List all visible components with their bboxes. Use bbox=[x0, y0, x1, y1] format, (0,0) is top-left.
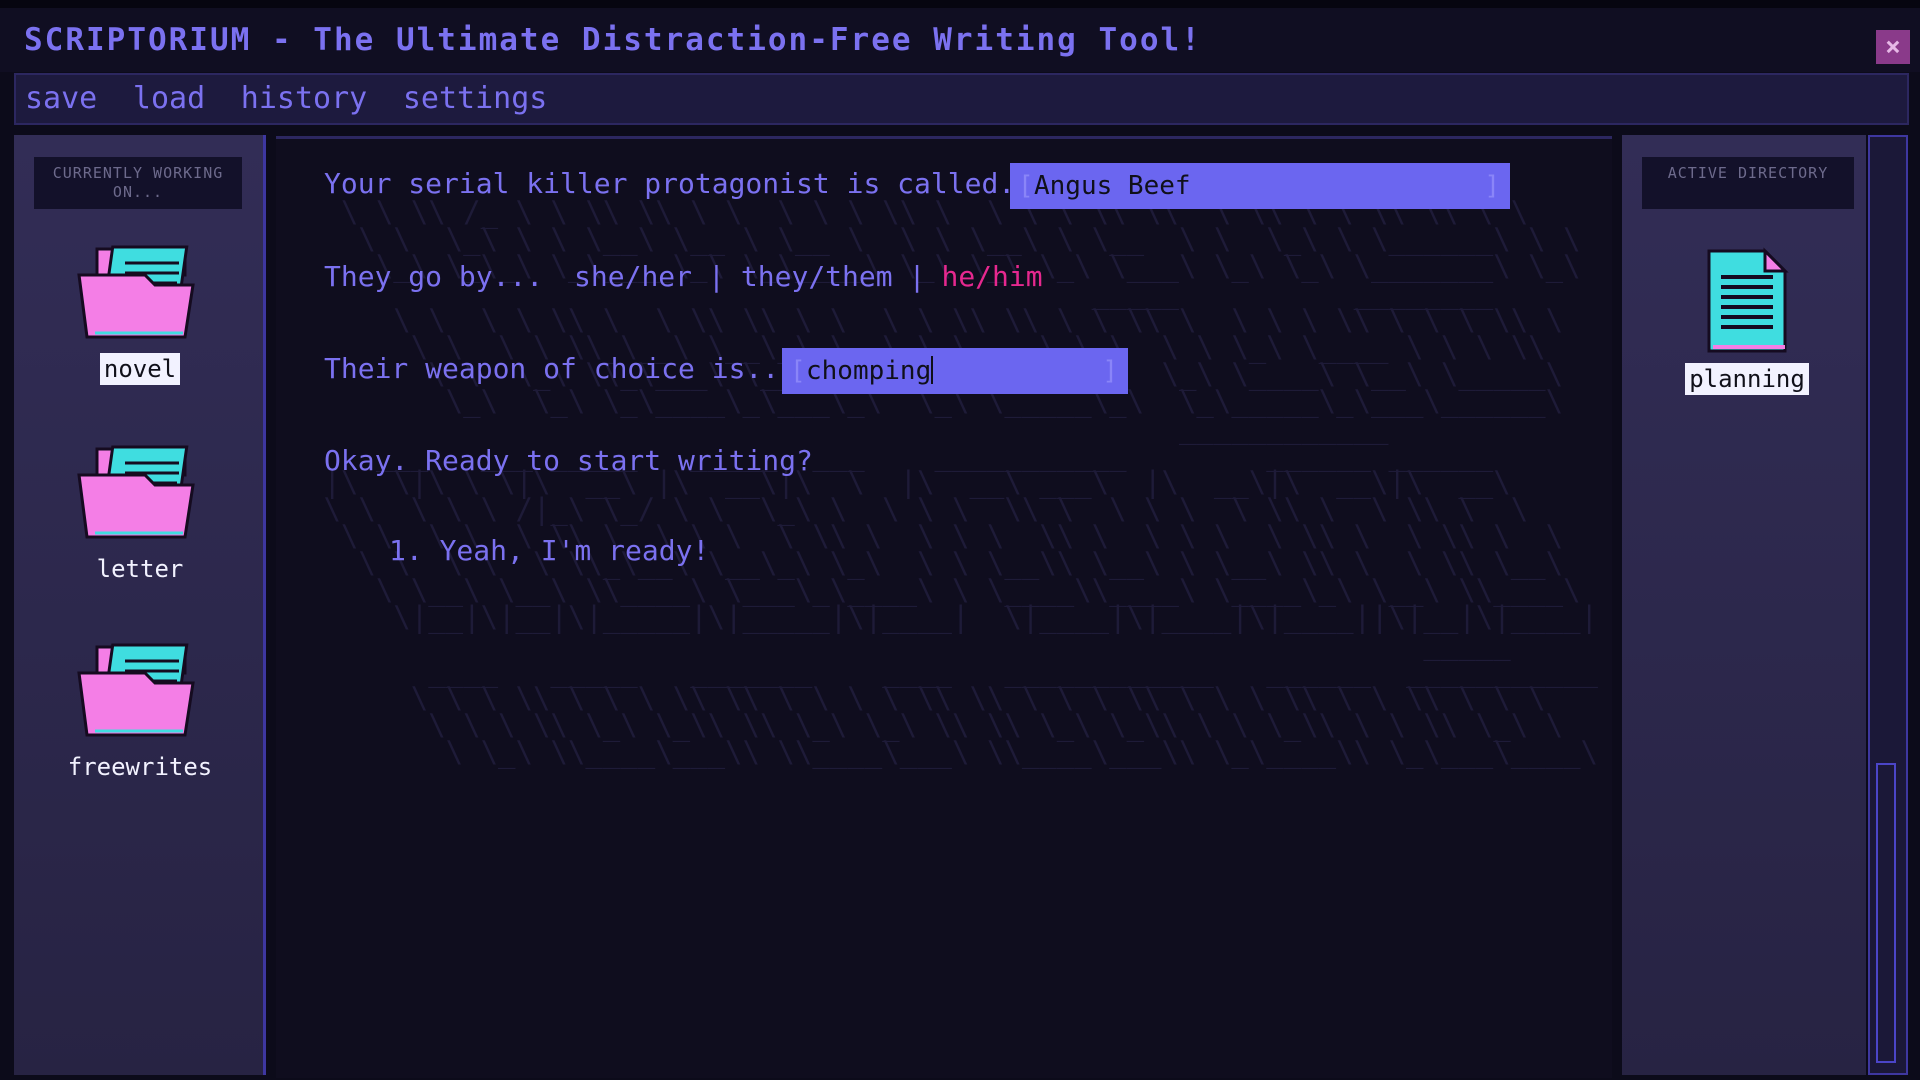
text-caret bbox=[931, 356, 934, 384]
projects-sidebar: CURRENTLY WORKING ON... novel letter fre… bbox=[14, 135, 266, 1075]
currently-working-on-header: CURRENTLY WORKING ON... bbox=[34, 157, 242, 209]
pronoun-row: They go by... she/her | they/them | he/him bbox=[324, 260, 1043, 293]
menu-history[interactable]: history bbox=[241, 75, 367, 123]
pronoun-option-they-them[interactable]: they/them bbox=[741, 260, 893, 293]
prompt-ready: Okay. Ready to start writing? bbox=[324, 444, 813, 477]
pronoun-option-she-her[interactable]: she/her bbox=[574, 260, 692, 293]
weapon-input[interactable]: [ chomping ] bbox=[782, 348, 1128, 394]
protagonist-name-value: Angus Beef bbox=[1034, 171, 1191, 201]
prompt-protagonist-name: Your serial killer protagonist is called… bbox=[324, 167, 1049, 200]
writing-area: \ \ \\ /_ \ \ \\ \\ \ \ \ \ \ \\ \ \ \ \… bbox=[276, 136, 1612, 1078]
folder-label: freewrites bbox=[67, 753, 213, 781]
folder-freewrites[interactable]: freewrites bbox=[40, 643, 240, 783]
directory-sidebar: ACTIVE DIRECTORY planning bbox=[1622, 135, 1866, 1075]
weapon-value: chomping bbox=[806, 356, 932, 386]
folder-icon bbox=[77, 245, 195, 339]
menu-load[interactable]: load bbox=[133, 75, 205, 123]
prompt-pronouns: They go by... bbox=[324, 260, 544, 293]
pronoun-separator: | bbox=[908, 260, 926, 293]
menu-bar: save load history settings bbox=[14, 73, 1909, 125]
pronoun-separator: | bbox=[708, 260, 725, 293]
menu-settings[interactable]: settings bbox=[403, 75, 548, 123]
folder-label: letter bbox=[96, 555, 184, 583]
close-button[interactable]: × bbox=[1876, 30, 1910, 64]
folder-icon bbox=[77, 643, 195, 737]
menu-save[interactable]: save bbox=[25, 75, 97, 123]
folder-label: novel bbox=[99, 353, 181, 385]
title-bar: SCRIPTORIUM - The Ultimate Distraction-F… bbox=[0, 0, 1920, 72]
app-title: SCRIPTORIUM - The Ultimate Distraction-F… bbox=[24, 22, 1202, 58]
active-directory-header: ACTIVE DIRECTORY bbox=[1642, 157, 1854, 209]
scrollbar[interactable] bbox=[1868, 135, 1908, 1075]
file-label: planning bbox=[1685, 363, 1809, 395]
scrollbar-thumb[interactable] bbox=[1876, 763, 1896, 1063]
choice-ready[interactable]: 1. Yeah, I'm ready! bbox=[389, 534, 709, 567]
prompt-weapon: Their weapon of choice is... bbox=[324, 352, 797, 385]
document-icon bbox=[1707, 247, 1789, 353]
pronoun-option-he-him[interactable]: he/him bbox=[941, 260, 1042, 293]
file-planning[interactable]: planning bbox=[1662, 247, 1832, 395]
folder-icon bbox=[77, 445, 195, 539]
protagonist-name-input[interactable]: [ Angus Beef ] bbox=[1010, 163, 1510, 209]
folder-novel[interactable]: novel bbox=[40, 245, 240, 385]
folder-letter[interactable]: letter bbox=[40, 445, 240, 585]
app-window: SCRIPTORIUM - The Ultimate Distraction-F… bbox=[0, 0, 1920, 1080]
